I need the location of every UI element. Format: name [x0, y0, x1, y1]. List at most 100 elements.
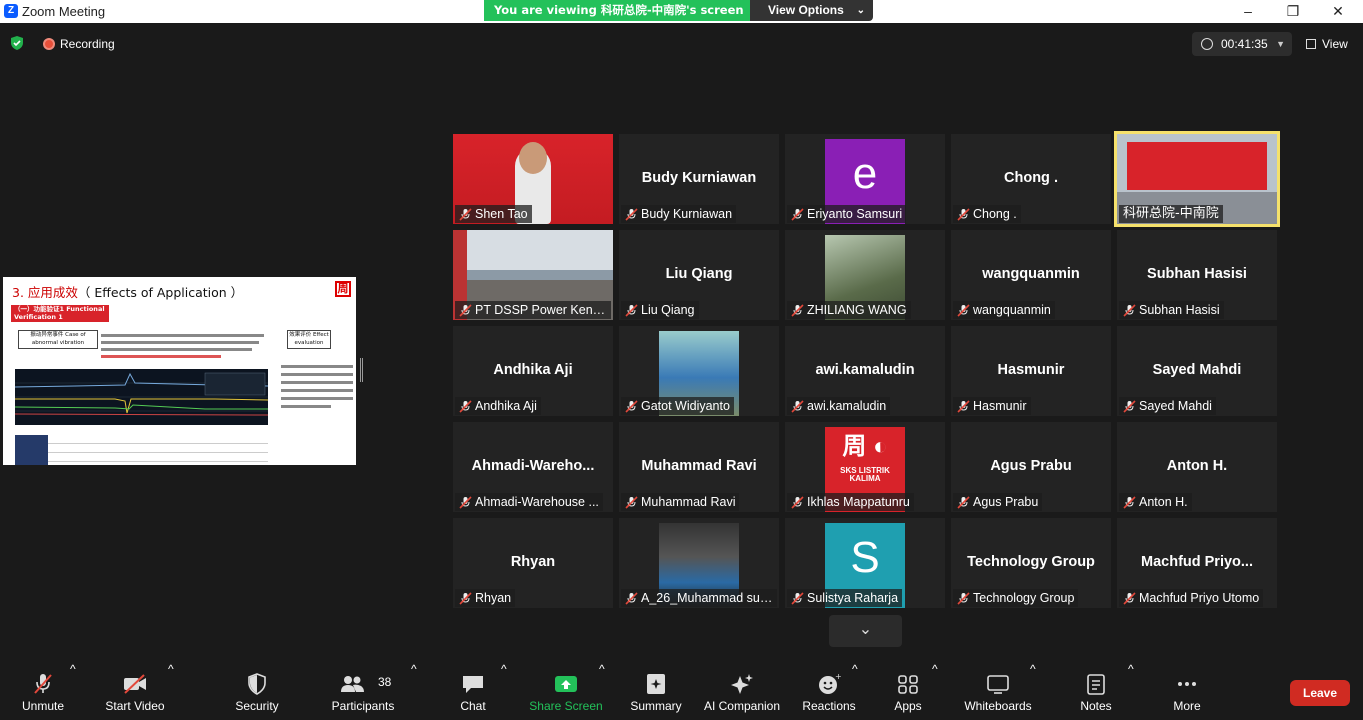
participant-tile[interactable]: 科研总院-中南院 — [1114, 131, 1280, 227]
chat-options-chevron[interactable]: ^ — [501, 662, 507, 720]
participant-name: Andhika Aji — [475, 399, 537, 413]
participant-tile[interactable]: Shen Tao — [453, 134, 613, 224]
participant-tile[interactable]: Muhammad Ravi Muhammad Ravi — [619, 422, 779, 512]
participant-tile[interactable]: Sayed Mahdi Sayed Mahdi — [1117, 326, 1277, 416]
more-label: More — [1173, 699, 1201, 713]
share-options-chevron[interactable]: ^ — [599, 662, 605, 720]
participant-tile[interactable]: Technology Group Technology Group — [951, 518, 1111, 608]
whiteboard-icon — [987, 675, 1009, 694]
participant-display-name: Muhammad Ravi — [641, 458, 757, 474]
video-off-icon — [124, 674, 146, 694]
participant-tile[interactable]: Ahmadi-Wareho... Ahmadi-Warehouse ... — [453, 422, 613, 512]
participant-name-label: A_26_Muhammad sufi... — [621, 589, 777, 607]
participant-tile[interactable]: PT DSSP Power Kend... — [453, 230, 613, 320]
apps-button[interactable]: Apps — [888, 662, 928, 720]
participant-name-label: Ikhlas Mappatunru — [787, 493, 914, 511]
participant-tile[interactable]: Budy Kurniawan Budy Kurniawan — [619, 134, 779, 224]
participant-name: Subhan Hasisi — [1139, 303, 1220, 317]
participant-display-name: Hasmunir — [997, 362, 1065, 378]
view-options-label: View Options — [768, 3, 844, 17]
participant-tile[interactable]: Gatot Widiyanto — [619, 326, 779, 416]
participant-name-label: Sulistya Raharja — [787, 589, 903, 607]
slide-right-text — [281, 361, 353, 413]
participant-tile[interactable]: Anton H. Anton H. — [1117, 422, 1277, 512]
encryption-shield-icon[interactable] — [9, 35, 25, 51]
meeting-timer[interactable]: 00:41:35 ▼ — [1192, 32, 1292, 56]
reactions-options-chevron[interactable]: ^ — [852, 662, 858, 720]
muted-mic-icon — [791, 400, 804, 413]
whiteboards-options-chevron[interactable]: ^ — [1030, 662, 1036, 720]
participant-name-label: PT DSSP Power Kend... — [455, 301, 611, 319]
more-button[interactable]: More — [1166, 662, 1208, 720]
participant-tile[interactable]: ZHILIANG WANG — [785, 230, 945, 320]
participant-tile[interactable]: wangquanmin wangquanmin — [951, 230, 1111, 320]
participant-tile[interactable]: awi.kamaludin awi.kamaludin — [785, 326, 945, 416]
participant-display-name: Ahmadi-Wareho... — [471, 458, 595, 474]
participant-name-label: wangquanmin — [953, 301, 1055, 319]
start-video-button[interactable]: Start Video — [102, 662, 168, 720]
participant-tile[interactable]: Andhika Aji Andhika Aji — [453, 326, 613, 416]
participant-name: Anton H. — [1139, 495, 1188, 509]
resize-splitter[interactable] — [360, 358, 363, 382]
participant-name: Eriyanto Samsuri — [807, 207, 903, 221]
gallery-next-page-button[interactable]: ⌄ — [829, 615, 902, 647]
clock-icon — [1201, 38, 1213, 50]
participant-tile[interactable]: Rhyan Rhyan — [453, 518, 613, 608]
participant-name-label: Agus Prabu — [953, 493, 1043, 511]
slide-right-box: 效果评价 Effect evaluation — [287, 330, 331, 349]
maximize-button[interactable]: ❐ — [1270, 0, 1316, 23]
participant-tile[interactable]: Liu Qiang Liu Qiang — [619, 230, 779, 320]
leave-button[interactable]: Leave — [1290, 680, 1350, 706]
ai-companion-button[interactable]: AI Companion — [700, 662, 784, 720]
participants-button[interactable]: 38 Participants — [328, 662, 398, 720]
participants-count: 38 — [378, 675, 392, 689]
unmute-button[interactable]: Unmute — [12, 662, 74, 720]
participant-tile[interactable]: Hasmunir Hasmunir — [951, 326, 1111, 416]
participant-name: Gatot Widiyanto — [641, 399, 730, 413]
view-grid-icon — [1306, 39, 1316, 49]
participant-name: 科研总院-中南院 — [1123, 206, 1219, 221]
shared-screen[interactable]: 3. 应用成效（ Effects of Application ） 周 （一）功… — [3, 277, 356, 465]
muted-mic-icon — [791, 592, 804, 605]
notes-options-chevron[interactable]: ^ — [1128, 662, 1134, 720]
chat-label: Chat — [460, 699, 486, 713]
whiteboards-button[interactable]: Whiteboards — [962, 662, 1034, 720]
participant-tile[interactable]: S Sulistya Raharja — [785, 518, 945, 608]
minimize-button[interactable]: – — [1225, 0, 1271, 23]
participant-tile[interactable]: Machfud Priyo... Machfud Priyo Utomo — [1117, 518, 1277, 608]
more-dots-icon — [1178, 682, 1196, 686]
close-button[interactable]: ✕ — [1315, 0, 1361, 23]
participant-display-name: Anton H. — [1166, 458, 1228, 474]
muted-mic-icon — [625, 592, 638, 605]
muted-mic-icon — [957, 304, 970, 317]
participant-tile[interactable]: Chong . Chong . — [951, 134, 1111, 224]
view-button[interactable]: View — [1300, 32, 1358, 56]
chat-button[interactable]: Chat — [452, 662, 494, 720]
participant-tile[interactable]: Subhan Hasisi Subhan Hasisi — [1117, 230, 1277, 320]
summary-button[interactable]: Summary — [626, 662, 686, 720]
participant-name: Muhammad Ravi — [641, 495, 736, 509]
muted-mic-icon — [1123, 304, 1136, 317]
timer-value: 00:41:35 — [1221, 37, 1268, 51]
participant-tile[interactable]: e Eriyanto Samsuri — [785, 134, 945, 224]
participant-tile[interactable]: Agus Prabu Agus Prabu — [951, 422, 1111, 512]
muted-mic-icon — [957, 592, 970, 605]
chat-bubble-icon — [463, 676, 483, 693]
participant-display-name: Technology Group — [967, 554, 1095, 570]
apps-options-chevron[interactable]: ^ — [932, 662, 938, 720]
security-button[interactable]: Security — [230, 662, 284, 720]
audio-options-chevron[interactable]: ^ — [70, 662, 76, 720]
participant-name: Rhyan — [475, 591, 512, 605]
participant-tile[interactable]: 周 ◐ SKS LISTRIK KALIMA Ikhlas Mappatunru — [785, 422, 945, 512]
reactions-button[interactable]: + Reactions — [800, 662, 858, 720]
recording-indicator[interactable]: Recording — [43, 37, 115, 51]
view-options-button[interactable]: View Options ⌄ — [750, 0, 873, 21]
notes-button[interactable]: Notes — [1074, 662, 1118, 720]
participant-display-name: Chong . — [1004, 170, 1058, 186]
participant-name-label: Ahmadi-Warehouse ... — [455, 493, 603, 511]
muted-mic-icon — [459, 592, 472, 605]
video-options-chevron[interactable]: ^ — [168, 662, 174, 720]
participants-options-chevron[interactable]: ^ — [411, 662, 417, 720]
share-screen-button[interactable]: Share Screen — [528, 662, 604, 720]
participant-tile[interactable]: A_26_Muhammad sufi... — [619, 518, 779, 608]
